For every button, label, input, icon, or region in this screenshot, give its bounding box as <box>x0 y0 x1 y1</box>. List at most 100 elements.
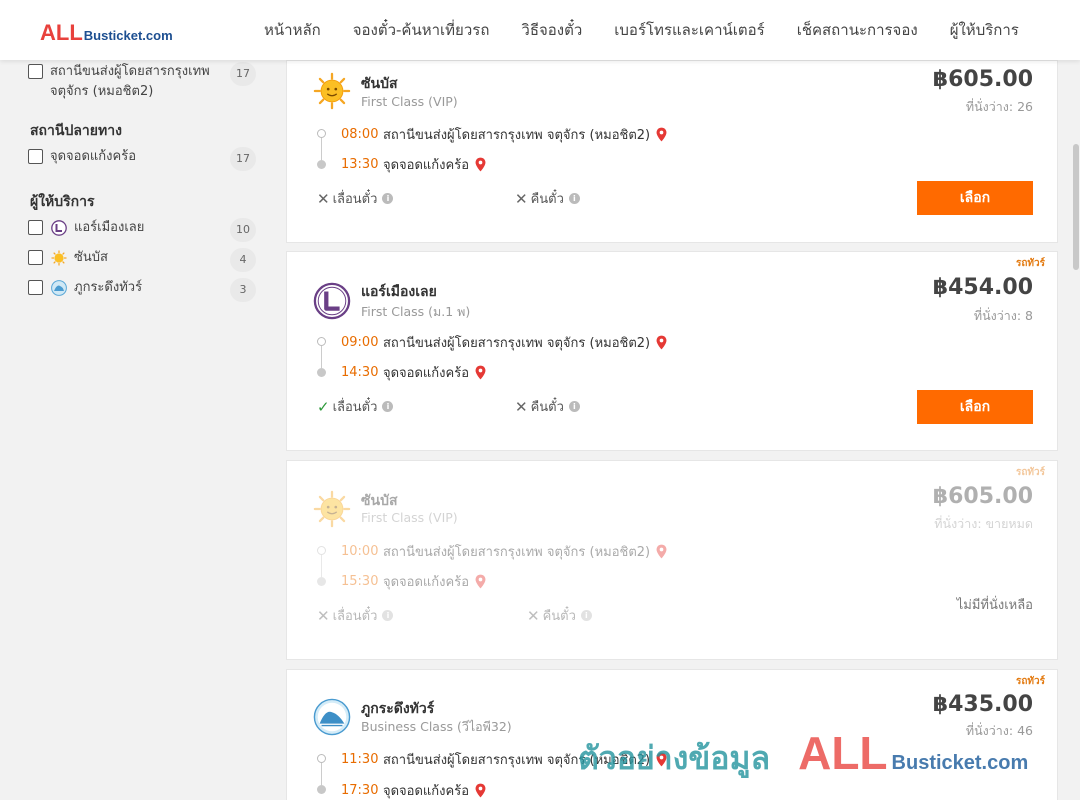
departure-place: สถานีขนส่งผู้โดยสารกรุงเทพ จตุจักร (หมอช… <box>383 336 651 351</box>
departure-stop: 08:00 สถานีขนส่งผู้โดยสารกรุงเทพ จตุจักร… <box>341 124 667 145</box>
arrival-stop: 13:30 จุดจอดแก้งคร้อ <box>341 154 486 175</box>
filter-operator-item[interactable]: ภูกระดึงทัวร์ 3 <box>28 278 256 302</box>
destination-filter-title: สถานีปลายทาง <box>30 123 122 139</box>
arrival-place: จุดจอดแก้งคร้อ <box>383 366 470 381</box>
info-icon[interactable]: i <box>382 610 394 621</box>
info-icon[interactable]: i <box>382 193 394 204</box>
seats-available: ที่นั่งว่าง: ขายหมด <box>934 516 1033 531</box>
filter-destination-item[interactable]: จุดจอดแก้งคร้อ 17 <box>28 147 256 171</box>
air-muang-loei-logo-icon <box>51 220 67 236</box>
ticket-price: ฿605.00 <box>932 484 1033 509</box>
air-muang-loei-logo-icon <box>313 282 351 320</box>
refund-ticket-label: คืนตั๋ว <box>530 400 564 415</box>
cross-icon: ✕ <box>317 189 330 208</box>
map-pin-icon[interactable] <box>656 335 667 350</box>
departure-time: 11:30 <box>341 752 379 767</box>
scrollbar-thumb[interactable] <box>1073 144 1079 270</box>
map-pin-icon[interactable] <box>475 574 486 589</box>
arrival-time: 13:30 <box>341 157 379 172</box>
filter-origin-item[interactable]: สถานีขนส่งผู้โดยสารกรุงเทพ จตุจักร (หมอช… <box>28 62 256 102</box>
departure-place: สถานีขนส่งผู้โดยสารกรุงเทพ จตุจักร (หมอช… <box>383 753 651 768</box>
arrival-time: 15:30 <box>341 574 379 589</box>
filter-operator-label: ภูกระดึงทัวร์ <box>74 280 143 295</box>
refund-ticket-label: คืนตั๋ว <box>542 609 576 624</box>
nav-check-booking[interactable]: เช็คสถานะการจอง <box>797 18 918 42</box>
page-scrollbar[interactable] <box>1072 60 1080 800</box>
arrival-place: จุดจอดแก้งคร้อ <box>383 158 470 173</box>
filter-destination-count: 17 <box>230 147 256 171</box>
cross-icon: ✕ <box>515 189 528 208</box>
filter-operator-checkbox[interactable] <box>28 250 43 265</box>
departure-time: 09:00 <box>341 335 379 350</box>
main-nav: หน้าหลัก จองตั๋ว-ค้นหาเที่ยวรถ วิธีจองตั… <box>248 0 1035 60</box>
site-logo[interactable]: ALL Busticket.com <box>40 20 173 46</box>
map-pin-icon[interactable] <box>475 783 486 798</box>
filter-operator-checkbox[interactable] <box>28 220 43 235</box>
arrival-time: 17:30 <box>341 783 379 798</box>
ticket-price: ฿454.00 <box>932 275 1033 300</box>
filter-origin-checkbox[interactable] <box>28 64 43 79</box>
select-trip-button[interactable]: เลือก <box>917 181 1033 215</box>
info-icon[interactable]: i <box>568 193 580 204</box>
nav-book-search[interactable]: จองตั๋ว-ค้นหาเที่ยวรถ <box>353 18 490 42</box>
seats-available: ที่นั่งว่าง: 46 <box>965 723 1033 738</box>
map-pin-icon[interactable] <box>475 157 486 172</box>
sun-icon <box>313 490 351 528</box>
change-ticket-label: เลื่อนตั๋ว <box>332 400 378 415</box>
bus-type-tag: รถทัวร์ <box>1015 258 1045 269</box>
bus-type-tag: รถทัวร์ <box>1015 467 1045 478</box>
sun-icon <box>313 72 351 110</box>
filter-operator-item[interactable]: ซันบัส 4 <box>28 248 256 272</box>
cross-icon: ✕ <box>527 606 540 625</box>
map-pin-icon[interactable] <box>475 365 486 380</box>
departure-place: สถานีขนส่งผู้โดยสารกรุงเทพ จตุจักร (หมอช… <box>383 545 651 560</box>
route-timeline <box>317 337 327 377</box>
arrival-stop: 14:30 จุดจอดแก้งคร้อ <box>341 362 486 383</box>
top-header: ALL Busticket.com หน้าหลัก จองตั๋ว-ค้นหา… <box>0 0 1080 60</box>
sun-icon <box>51 250 67 266</box>
filter-origin-label: สถานีขนส่งผู้โดยสารกรุงเทพ จตุจักร (หมอช… <box>50 64 210 99</box>
arrival-place: จุดจอดแก้งคร้อ <box>383 575 470 590</box>
seats-available: ที่นั่งว่าง: 26 <box>965 99 1033 114</box>
nav-phone-counter[interactable]: เบอร์โทรและเคาน์เตอร์ <box>614 18 764 42</box>
seats-available: ที่นั่งว่าง: 8 <box>973 308 1033 323</box>
logo-busticket-text: Busticket.com <box>83 28 173 43</box>
map-pin-icon[interactable] <box>656 752 667 767</box>
change-ticket-policy: ✕ เลื่อนตั๋ว i <box>317 188 394 209</box>
refund-ticket-policy: ✕ คืนตั๋ว i <box>527 605 592 626</box>
info-icon[interactable]: i <box>580 610 592 621</box>
nav-home[interactable]: หน้าหลัก <box>264 18 321 42</box>
change-ticket-policy: ✕ เลื่อนตั๋ว i <box>317 605 394 626</box>
select-trip-button[interactable]: เลือก <box>917 390 1033 424</box>
bus-class: Business Class (วีไอพี32) <box>361 719 512 734</box>
filter-operator-label: ซันบัส <box>74 250 108 265</box>
bus-class: First Class (ม.1 พ) <box>361 304 471 319</box>
operator-name: ซันบัส <box>361 493 398 509</box>
route-timeline <box>317 129 327 169</box>
refund-ticket-policy: ✕ คืนตั๋ว i <box>515 188 580 209</box>
filter-destination-label: จุดจอดแก้งคร้อ <box>50 149 137 164</box>
arrival-stop: 15:30 จุดจอดแก้งคร้อ <box>341 571 486 592</box>
map-pin-icon[interactable] <box>656 127 667 142</box>
change-ticket-label: เลื่อนตั๋ว <box>332 609 378 624</box>
filter-operator-checkbox[interactable] <box>28 280 43 295</box>
filter-operator-count: 10 <box>230 218 256 242</box>
trip-card: รถทัวร์ แอร์เมืองเลย First Class (ม.1 พ)… <box>286 251 1058 451</box>
filter-operator-item[interactable]: แอร์เมืองเลย 10 <box>28 218 256 242</box>
departure-stop: 10:00 สถานีขนส่งผู้โดยสารกรุงเทพ จตุจักร… <box>341 541 667 562</box>
nav-how-to-book[interactable]: วิธีจองตั๋ว <box>521 18 582 42</box>
refund-ticket-label: คืนตั๋ว <box>530 192 564 207</box>
filter-destination-checkbox[interactable] <box>28 149 43 164</box>
map-pin-icon[interactable] <box>656 544 667 559</box>
bus-class: First Class (VIP) <box>361 510 458 525</box>
info-icon[interactable]: i <box>382 401 394 412</box>
departure-time: 10:00 <box>341 544 379 559</box>
ticket-price: ฿605.00 <box>932 67 1033 92</box>
operator-filter-title: ผู้ให้บริการ <box>30 194 95 210</box>
departure-place: สถานีขนส่งผู้โดยสารกรุงเทพ จตุจักร (หมอช… <box>383 128 651 143</box>
check-icon: ✓ <box>317 397 330 416</box>
info-icon[interactable]: i <box>568 401 580 412</box>
change-ticket-policy: ✓ เลื่อนตั๋ว i <box>317 396 394 417</box>
route-timeline <box>317 754 327 794</box>
nav-operators[interactable]: ผู้ให้บริการ <box>950 18 1019 42</box>
